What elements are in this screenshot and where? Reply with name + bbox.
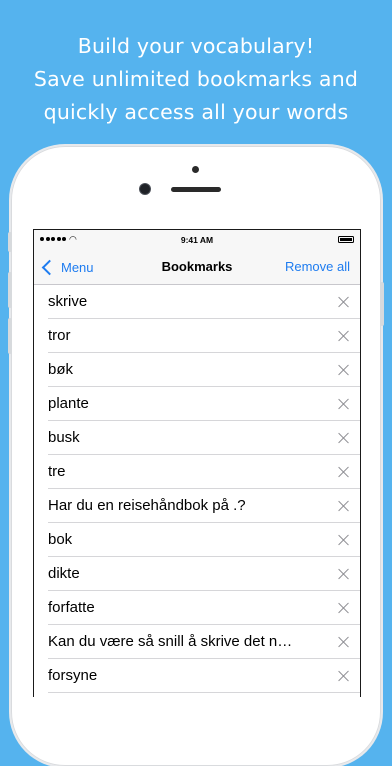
promo-line-3: quickly access all your words xyxy=(43,100,349,124)
list-item[interactable]: plante xyxy=(34,387,360,421)
list-item[interactable]: tre xyxy=(34,455,360,489)
remove-bookmark-icon[interactable] xyxy=(337,602,349,614)
bookmark-word: tre xyxy=(48,463,66,480)
remove-all-button[interactable]: Remove all xyxy=(285,250,350,284)
remove-bookmark-icon[interactable] xyxy=(337,568,349,580)
list-item[interactable]: Kan du være så snill å skrive det n… xyxy=(34,625,360,659)
battery-icon xyxy=(338,236,354,243)
promo-line-1: Build your vocabulary! xyxy=(77,34,315,58)
status-bar: ◠ 9:41 AM xyxy=(34,230,360,250)
bookmark-word: busk xyxy=(48,429,80,446)
bookmark-word: bok xyxy=(48,531,73,548)
list-item[interactable]: busk xyxy=(34,421,360,455)
front-camera-icon xyxy=(140,184,150,194)
bookmark-word: bøk xyxy=(48,361,74,378)
remove-bookmark-icon[interactable] xyxy=(337,670,349,682)
list-item[interactable]: forfatte xyxy=(34,591,360,625)
proximity-sensor xyxy=(192,166,199,173)
volume-up-button xyxy=(8,272,12,308)
remove-bookmark-icon[interactable] xyxy=(337,636,349,648)
bookmark-word: skrive xyxy=(48,293,88,310)
bookmark-word: forsyne xyxy=(48,667,98,684)
bookmark-word: plante xyxy=(48,395,89,412)
volume-down-button xyxy=(8,318,12,354)
promo-line-2: Save unlimited bookmarks and xyxy=(33,67,359,91)
bookmark-word: Har du en reisehåndbok på .? xyxy=(48,497,246,514)
list-item[interactable]: dikte xyxy=(34,557,360,591)
list-item[interactable]: Har du en reisehåndbok på .? xyxy=(34,489,360,523)
bookmark-word: Kan du være så snill å skrive det n… xyxy=(48,633,293,650)
remove-bookmark-icon[interactable] xyxy=(337,364,349,376)
list-item[interactable]: bøk xyxy=(34,353,360,387)
remove-bookmark-icon[interactable] xyxy=(337,500,349,512)
mute-switch xyxy=(8,232,12,252)
earpiece-speaker xyxy=(171,187,221,192)
remove-bookmark-icon[interactable] xyxy=(337,330,349,342)
list-item[interactable]: bok xyxy=(34,523,360,557)
list-item[interactable]: tror xyxy=(34,319,360,353)
remove-bookmark-icon[interactable] xyxy=(337,296,349,308)
navigation-bar: Menu Bookmarks Remove all xyxy=(34,250,360,285)
power-button xyxy=(380,282,384,326)
remove-bookmark-icon[interactable] xyxy=(337,432,349,444)
promo-headline: Build your vocabulary! Save unlimited bo… xyxy=(0,30,392,129)
bookmark-word: dikte xyxy=(48,565,80,582)
remove-bookmark-icon[interactable] xyxy=(337,398,349,410)
phone-screen: ◠ 9:41 AM Menu Bookmarks Remove all skri… xyxy=(33,229,361,697)
remove-bookmark-icon[interactable] xyxy=(337,534,349,546)
status-time: 9:41 AM xyxy=(180,235,214,245)
list-item[interactable]: forsyne xyxy=(34,659,360,693)
bookmark-word: forfatte xyxy=(48,599,95,616)
bookmark-word: tror xyxy=(48,327,71,344)
list-item[interactable]: skrive xyxy=(34,285,360,319)
remove-bookmark-icon[interactable] xyxy=(337,466,349,478)
bookmark-list: skrive tror bøk plante busk tre Har du e… xyxy=(34,285,360,693)
